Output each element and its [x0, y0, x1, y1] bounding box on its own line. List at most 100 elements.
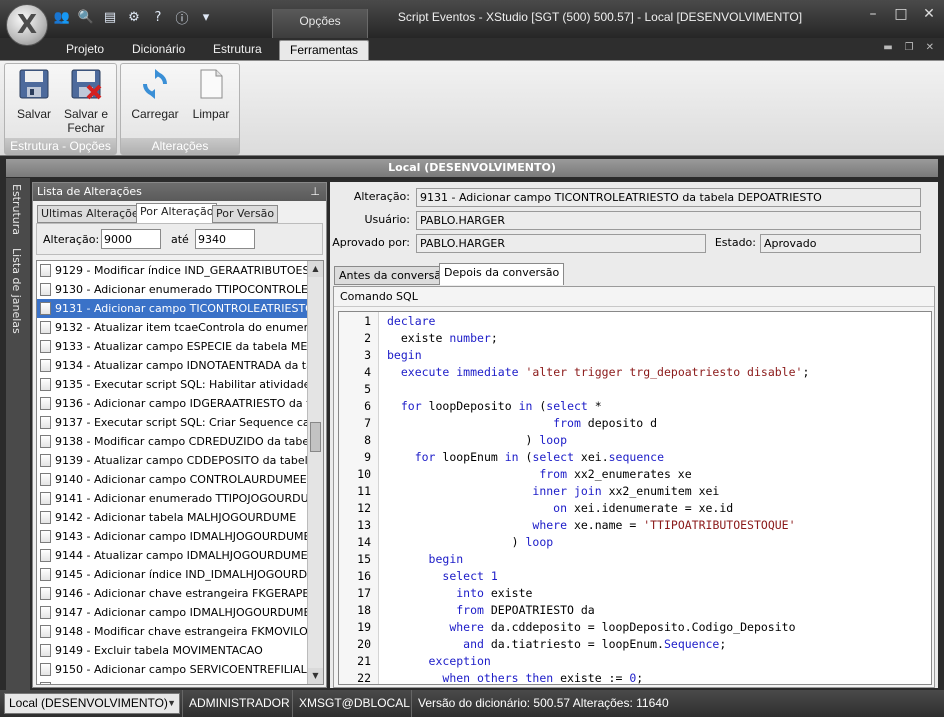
list-item[interactable]: 9145 - Adicionar índice IND_IDMALHJOGOUR… [37, 565, 307, 584]
line-number: 10 [357, 467, 371, 481]
tab-depois-da-conversao[interactable]: Depois da conversão [439, 263, 565, 285]
salvar-button[interactable]: Salvar [9, 68, 59, 121]
connection-select[interactable]: Local (DESENVOLVIMENTO) ▼ [4, 693, 180, 714]
carregar-button[interactable]: Carregar [129, 68, 181, 121]
list-item-label: 9140 - Adicionar campo CONTROLAURDUMEENG… [55, 473, 307, 486]
tab-por-versao[interactable]: Por Versão [212, 205, 279, 223]
document-icon [40, 492, 51, 505]
list-item-label: 9133 - Atualizar campo ESPECIE da tabela… [55, 340, 307, 353]
limpar-button[interactable]: Limpar [185, 68, 237, 121]
application-menu-button[interactable]: X [6, 4, 48, 46]
tab-por-alteracao[interactable]: Por Alteração [136, 203, 218, 223]
list-item[interactable]: 9148 - Modificar chave estrangeira FKMOV… [37, 622, 307, 641]
alteracoes-list[interactable]: 9129 - Modificar índice IND_GERAATRIBUTO… [36, 260, 324, 685]
tab-antes-da-conversao[interactable]: Antes da conversão [334, 266, 453, 285]
document-icon [40, 568, 51, 581]
list-item[interactable]: 9142 - Adicionar tabela MALHJOGOURDUME [37, 508, 307, 527]
customize-toolbar-icon[interactable]: ▾ [196, 7, 216, 27]
code-line: 4 execute immediate 'alter trigger trg_d… [339, 364, 931, 381]
gear-icon[interactable]: ⚙ [124, 7, 144, 27]
document-icon [40, 625, 51, 638]
tab-ultimas-alteracoes[interactable]: Ultimas Alterações [37, 205, 149, 223]
scroll-thumb[interactable] [310, 422, 321, 452]
list-item-label: 9135 - Executar script SQL: Habilitar at… [55, 378, 307, 391]
tab-ferramentas[interactable]: Ferramentas [279, 40, 370, 60]
usuario-field[interactable]: PABLO.HARGER [416, 211, 921, 230]
list-item[interactable]: 9151 - Adicionar campo CDFILIALMOCA da t… [37, 679, 307, 684]
list-item-label: 9144 - Atualizar campo IDMALHJOGOURDUME … [55, 549, 307, 562]
tab-dicionario[interactable]: Dicionário [122, 40, 195, 60]
code-line: 22 when others then existe := 0; [339, 670, 931, 684]
list-item[interactable]: 9132 - Atualizar item tcaeControla do en… [37, 318, 307, 337]
context-tab-opcoes[interactable]: Opções [272, 9, 368, 38]
document-icon [40, 663, 51, 676]
list-item[interactable]: 9135 - Executar script SQL: Habilitar at… [37, 375, 307, 394]
line-number: 11 [357, 484, 371, 498]
code-text: where da.cddeposito = loopDeposito.Codig… [449, 620, 796, 634]
mdi-minimize-icon[interactable]: ▬ [883, 42, 892, 53]
document-icon [40, 340, 51, 353]
maximize-icon[interactable]: □ [892, 6, 910, 22]
list-scrollbar[interactable]: ▲ ▼ [307, 261, 323, 684]
document-icon[interactable]: ▤ [100, 7, 120, 27]
list-item[interactable]: 9140 - Adicionar campo CONTROLAURDUMEENG… [37, 470, 307, 489]
line-number: 19 [357, 620, 371, 634]
mdi-restore-icon[interactable]: ❐ [905, 42, 914, 53]
list-item[interactable]: 9150 - Adicionar campo SERVICOENTREFILIA… [37, 660, 307, 679]
list-item[interactable]: 9134 - Atualizar campo IDNOTAENTRADA da … [37, 356, 307, 375]
from-input[interactable] [101, 229, 161, 249]
list-item-label: 9150 - Adicionar campo SERVICOENTREFILIA… [55, 663, 307, 676]
document-icon [40, 416, 51, 429]
code-text: from DEPOATRIESTO da [456, 603, 595, 617]
list-item[interactable]: 9133 - Atualizar campo ESPECIE da tabela… [37, 337, 307, 356]
close-icon[interactable]: ✕ [920, 6, 938, 22]
line-number: 5 [364, 382, 371, 396]
users-icon[interactable]: 👥 [52, 7, 72, 27]
list-item[interactable]: 9129 - Modificar índice IND_GERAATRIBUTO… [37, 261, 307, 280]
code-line: 2 existe number; [339, 330, 931, 347]
list-item[interactable]: 9146 - Adicionar chave estrangeira FKGER… [37, 584, 307, 603]
code-text: begin [428, 552, 464, 566]
line-number: 20 [357, 637, 371, 651]
info-icon[interactable]: ⓘ [172, 7, 192, 27]
list-item[interactable]: 9149 - Excluir tabela MOVIMENTACAO [37, 641, 307, 660]
list-item[interactable]: 9144 - Atualizar campo IDMALHJOGOURDUME … [37, 546, 307, 565]
salvar-e-fechar-button[interactable]: Salvar e Fechar [61, 68, 111, 135]
list-item[interactable]: 9143 - Adicionar campo IDMALHJOGOURDUME … [37, 527, 307, 546]
side-tab-lista-de-janelas[interactable]: Lista de janelas [10, 248, 23, 334]
minimize-icon[interactable]: – [864, 6, 882, 22]
list-item[interactable]: 9139 - Atualizar campo CDDEPOSITO da tab… [37, 451, 307, 470]
alteracao-label: Alteração: [353, 190, 410, 203]
help-icon[interactable]: ? [148, 7, 168, 27]
tab-estrutura[interactable]: Estrutura [203, 40, 272, 60]
search-icon[interactable]: 🔍 [76, 7, 96, 27]
side-tab-estrutura[interactable]: Estrutura [10, 184, 23, 235]
document-icon [40, 435, 51, 448]
list-item[interactable]: 9130 - Adicionar enumerado TTIPOCONTROLE… [37, 280, 307, 299]
pin-icon[interactable]: ⊥ [310, 183, 320, 201]
tab-projeto[interactable]: Projeto [56, 40, 114, 60]
scroll-down-icon[interactable]: ▼ [308, 668, 323, 684]
to-input[interactable] [195, 229, 255, 249]
sql-editor[interactable]: 1 declare 2 existe number; 3 begin 4 execute … [338, 311, 932, 685]
ribbon-group-label: Estrutura - Opções [5, 138, 116, 154]
scroll-up-icon[interactable]: ▲ [308, 261, 323, 277]
aprovado-por-field[interactable]: PABLO.HARGER [416, 234, 706, 253]
list-item[interactable]: 9141 - Adicionar enumerado TTIPOJOGOURDU… [37, 489, 307, 508]
list-item[interactable]: 9147 - Adicionar campo IDMALHJOGOURDUME … [37, 603, 307, 622]
list-item[interactable]: 9136 - Adicionar campo IDGERAATRIESTO da… [37, 394, 307, 413]
status-bar: Local (DESENVOLVIMENTO) ▼ ADMINISTRADOR … [0, 690, 944, 717]
line-number: 12 [357, 501, 371, 515]
line-number: 3 [364, 348, 371, 362]
line-number: 6 [364, 399, 371, 413]
code-line: 10 from xx2_enumerates xe [339, 466, 931, 483]
list-item[interactable]: 9131 - Adicionar campo TICONTROLEATRIEST… [37, 299, 307, 318]
list-item[interactable]: 9137 - Executar script SQL: Criar Sequen… [37, 413, 307, 432]
list-item-label: 9143 - Adicionar campo IDMALHJOGOURDUME … [55, 530, 307, 543]
list-item[interactable]: 9138 - Modificar campo CDREDUZIDO da tab… [37, 432, 307, 451]
mdi-close-icon[interactable]: ✕ [926, 42, 934, 53]
code-line: 21 exception [339, 653, 931, 670]
estado-field[interactable]: Aprovado [760, 234, 921, 253]
chevron-down-icon: ▼ [167, 698, 176, 708]
alteracao-field[interactable]: 9131 - Adicionar campo TICONTROLEATRIEST… [416, 188, 921, 207]
